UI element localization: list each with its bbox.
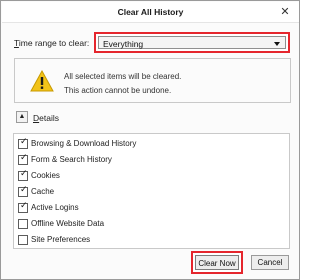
item-label: Active Logins	[31, 203, 79, 212]
chevron-down-icon	[274, 42, 280, 46]
item-label: Browsing & Download History	[31, 139, 137, 148]
list-item[interactable]: Site Preferences	[17, 234, 277, 248]
list-item[interactable]: Cookies	[17, 169, 277, 184]
time-range-selected-value: Everything	[103, 39, 144, 49]
cancel-button[interactable]: Cancel	[251, 255, 289, 270]
warning-message-line1: All selected items will be cleared.	[64, 72, 182, 81]
warning-message-line2: This action cannot be undone.	[64, 86, 172, 95]
checkbox-site-preferences[interactable]	[18, 235, 28, 245]
checkbox-active-logins[interactable]	[18, 201, 28, 213]
item-label: Cookies	[31, 171, 60, 180]
clear-now-button[interactable]: Clear Now	[195, 255, 239, 270]
checkbox-browsing-history[interactable]	[18, 137, 28, 149]
item-label: Cache	[31, 187, 55, 196]
clear-now-highlight: Clear Now	[191, 251, 243, 274]
title-bar: Clear All History ✕	[2, 2, 299, 23]
list-item[interactable]: Offline Website Data	[17, 218, 277, 232]
list-item[interactable]: Active Logins	[17, 201, 277, 216]
details-label-text: etails	[39, 113, 59, 123]
item-label: Offline Website Data	[31, 219, 105, 228]
list-item[interactable]: Cache	[17, 185, 277, 200]
time-range-highlight: Everything	[94, 32, 290, 53]
item-label: Site Preferences	[31, 235, 91, 244]
list-item[interactable]: Browsing & Download History	[17, 137, 277, 152]
dialog-title: Clear All History	[117, 7, 184, 17]
details-toggle-button[interactable]: ▲	[16, 111, 28, 123]
warning-panel: All selected items will be cleared. This…	[14, 58, 291, 103]
item-label: Form & Search History	[31, 155, 112, 164]
time-range-label: Time range to clear:	[14, 38, 89, 48]
warning-triangle-icon	[30, 70, 54, 92]
details-label: Details	[33, 113, 59, 123]
time-range-label-text: ime range to clear:	[18, 38, 90, 48]
history-items-list: Browsing & Download History Form & Searc…	[13, 133, 290, 249]
close-icon[interactable]: ✕	[277, 5, 293, 20]
checkbox-offline-website-data[interactable]	[18, 219, 28, 229]
checkbox-cache[interactable]	[18, 185, 28, 197]
checkbox-form-search-history[interactable]	[18, 153, 28, 165]
checkbox-cookies[interactable]	[18, 169, 28, 181]
list-item[interactable]: Form & Search History	[17, 153, 277, 168]
time-range-dropdown[interactable]: Everything	[98, 36, 286, 49]
clear-history-dialog: Clear All History ✕ Time range to clear:…	[0, 0, 300, 280]
